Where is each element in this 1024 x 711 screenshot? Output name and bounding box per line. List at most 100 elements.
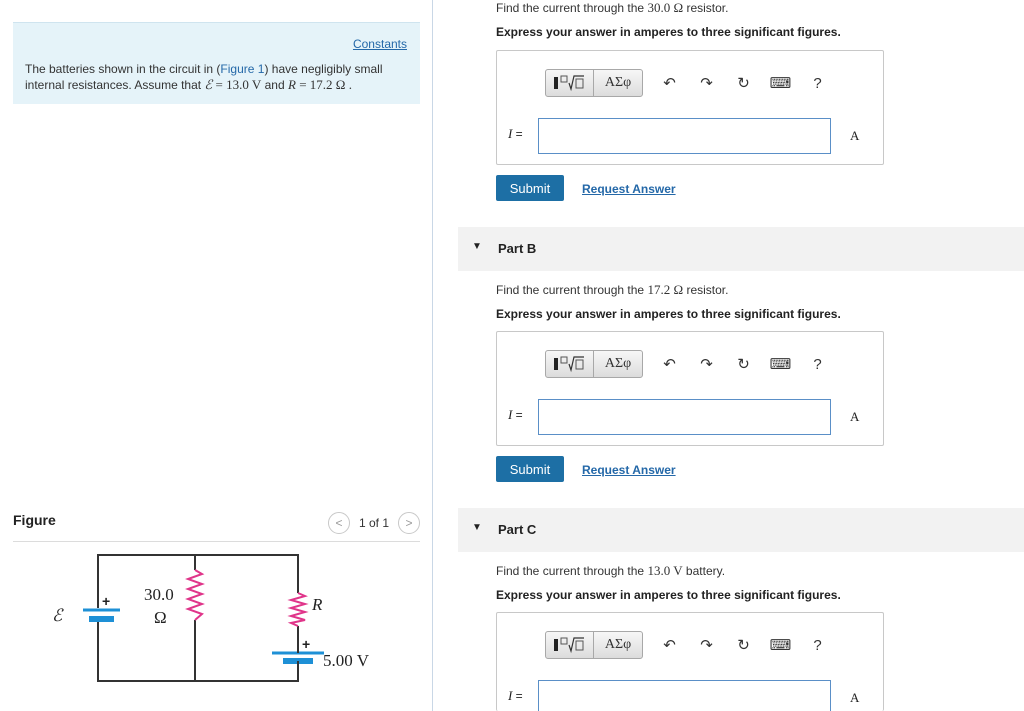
part-b-tool-group: ΑΣφ bbox=[545, 350, 643, 378]
problem-panel: Constants The batteries shown in the cir… bbox=[0, 0, 433, 711]
keyboard-icon[interactable]: ⌨ bbox=[762, 631, 799, 659]
templates-icon bbox=[553, 75, 584, 92]
part-c-toolbar: ΑΣφ ↶ ↷ ↻ ⌨ ? bbox=[545, 630, 836, 660]
templates-button[interactable] bbox=[546, 351, 594, 377]
part-b-request-answer-link[interactable]: Request Answer bbox=[582, 463, 676, 477]
part-a-toolbar: ΑΣφ ↶ ↷ ↻ ⌨ ? bbox=[545, 68, 836, 98]
part-a-eq: = bbox=[512, 127, 523, 141]
part-a-answer-box: ΑΣφ ↶ ↷ ↻ ⌨ ? I = A bbox=[496, 50, 884, 165]
part-b-answer-input[interactable] bbox=[538, 399, 831, 435]
part-a-question-value: 30.0 Ω bbox=[647, 0, 684, 15]
emf-value: = 13.0 V bbox=[212, 77, 262, 92]
figure-link[interactable]: Figure 1 bbox=[220, 62, 264, 76]
collapse-caret-icon: ▼ bbox=[472, 241, 482, 252]
prev-figure-button[interactable]: < bbox=[327, 512, 350, 534]
templates-icon bbox=[553, 637, 584, 654]
part-a-instruction: Express your answer in amperes to three … bbox=[496, 25, 841, 39]
templates-button[interactable] bbox=[546, 632, 594, 658]
reset-icon[interactable]: ↻ bbox=[725, 69, 762, 97]
part-b-header[interactable]: ▼ Part B bbox=[458, 227, 1024, 271]
problem-text-and: and bbox=[261, 78, 288, 92]
battery-5v-label: 5.00 V bbox=[323, 651, 370, 670]
part-a-answer-input[interactable] bbox=[538, 118, 831, 154]
part-a-question: Find the current through the 30.0 Ω resi… bbox=[496, 0, 728, 16]
next-figure-button[interactable]: > bbox=[398, 512, 420, 534]
part-b-label: Part B bbox=[498, 241, 537, 256]
part-b-question-post: resistor. bbox=[683, 283, 729, 297]
part-c-label: Part C bbox=[498, 522, 537, 537]
part-c-question-pre: Find the current through the bbox=[496, 564, 648, 578]
reset-icon[interactable]: ↻ bbox=[725, 631, 762, 659]
part-a-question-pre: Find the current through the bbox=[496, 1, 648, 15]
part-a-request-answer-link[interactable]: Request Answer bbox=[582, 182, 676, 196]
greek-symbols-button[interactable]: ΑΣφ bbox=[594, 632, 642, 658]
circuit-wire-left-top bbox=[97, 554, 299, 608]
figure-title: Figure bbox=[13, 512, 56, 528]
templates-icon bbox=[553, 356, 584, 373]
circuit-diagram: + ℰ 30.0 Ω R + 5.00 V bbox=[52, 554, 370, 682]
templates-button[interactable] bbox=[546, 70, 594, 96]
part-a-tool-group: ΑΣφ bbox=[545, 69, 643, 97]
part-a-question-post: resistor. bbox=[683, 1, 729, 15]
emf-label: ℰ bbox=[52, 606, 64, 625]
figure-header: Figure < 1 of 1 > bbox=[13, 510, 420, 542]
emf-plus-label: + bbox=[102, 593, 110, 609]
part-b-question: Find the current through the 17.2 Ω resi… bbox=[496, 282, 728, 298]
resistor-30-unit: Ω bbox=[154, 608, 167, 627]
part-b-eq: = bbox=[512, 408, 523, 422]
greek-symbols-button[interactable]: ΑΣφ bbox=[594, 70, 642, 96]
problem-text-start: The batteries shown in the circuit in ( bbox=[25, 62, 221, 76]
r-symbol: R bbox=[288, 77, 296, 92]
problem-statement-box: Constants The batteries shown in the cir… bbox=[13, 22, 420, 104]
greek-symbols-button[interactable]: ΑΣφ bbox=[594, 351, 642, 377]
part-a-unit: A bbox=[850, 128, 860, 143]
resistor-r-label: R bbox=[311, 595, 323, 614]
part-c-variable-label: I = bbox=[508, 688, 523, 704]
circuit-wire-left-bottom bbox=[97, 621, 299, 682]
help-icon[interactable]: ? bbox=[799, 631, 836, 659]
part-b-instruction: Express your answer in amperes to three … bbox=[496, 307, 841, 321]
part-c-instruction: Express your answer in amperes to three … bbox=[496, 588, 841, 602]
part-c-tool-group: ΑΣφ bbox=[545, 631, 643, 659]
problem-text: The batteries shown in the circuit in (F… bbox=[25, 62, 415, 93]
part-b-submit-button[interactable]: Submit bbox=[496, 456, 564, 482]
part-b-question-pre: Find the current through the bbox=[496, 283, 648, 297]
part-c-answer-input[interactable] bbox=[538, 680, 831, 711]
part-b-variable-label: I = bbox=[508, 407, 523, 423]
part-c-question-value: 13.0 V bbox=[647, 563, 683, 578]
battery-plus-label: + bbox=[302, 636, 310, 652]
help-icon[interactable]: ? bbox=[799, 350, 836, 378]
pager-text: 1 of 1 bbox=[358, 516, 389, 530]
help-icon[interactable]: ? bbox=[799, 69, 836, 97]
emf-battery-symbol bbox=[83, 608, 120, 622]
part-b-question-value: 17.2 Ω bbox=[647, 282, 684, 297]
part-c-answer-box: ΑΣφ ↶ ↷ ↻ ⌨ ? I = A bbox=[496, 612, 884, 711]
part-c-unit: A bbox=[850, 690, 860, 705]
part-c-header[interactable]: ▼ Part C bbox=[458, 508, 1024, 552]
redo-icon[interactable]: ↷ bbox=[688, 631, 725, 659]
part-c-question: Find the current through the 13.0 V batt… bbox=[496, 563, 725, 579]
keyboard-icon[interactable]: ⌨ bbox=[762, 69, 799, 97]
part-a-variable-label: I = bbox=[508, 126, 523, 142]
figure-pager: < 1 of 1 > bbox=[327, 512, 420, 534]
part-b-answer-box: ΑΣφ ↶ ↷ ↻ ⌨ ? I = A bbox=[496, 331, 884, 446]
answer-panel: Find the current through the 30.0 Ω resi… bbox=[433, 0, 1024, 711]
undo-icon[interactable]: ↶ bbox=[651, 69, 688, 97]
undo-icon[interactable]: ↶ bbox=[651, 631, 688, 659]
part-b-unit: A bbox=[850, 409, 860, 424]
resistor-30-value: 30.0 bbox=[144, 585, 174, 604]
battery-5v-symbol bbox=[272, 651, 324, 664]
reset-icon[interactable]: ↻ bbox=[725, 350, 762, 378]
redo-icon[interactable]: ↷ bbox=[688, 350, 725, 378]
part-c-eq: = bbox=[512, 689, 523, 703]
part-b-toolbar: ΑΣφ ↶ ↷ ↻ ⌨ ? bbox=[545, 349, 836, 379]
part-a-submit-button[interactable]: Submit bbox=[496, 175, 564, 201]
resistor-r-symbol bbox=[287, 592, 309, 627]
r-value: = 17.2 Ω . bbox=[295, 77, 352, 92]
undo-icon[interactable]: ↶ bbox=[651, 350, 688, 378]
constants-link[interactable]: Constants bbox=[353, 37, 407, 51]
keyboard-icon[interactable]: ⌨ bbox=[762, 350, 799, 378]
redo-icon[interactable]: ↷ bbox=[688, 69, 725, 97]
resistor-30-symbol bbox=[185, 569, 205, 621]
part-c-question-post: battery. bbox=[682, 564, 726, 578]
